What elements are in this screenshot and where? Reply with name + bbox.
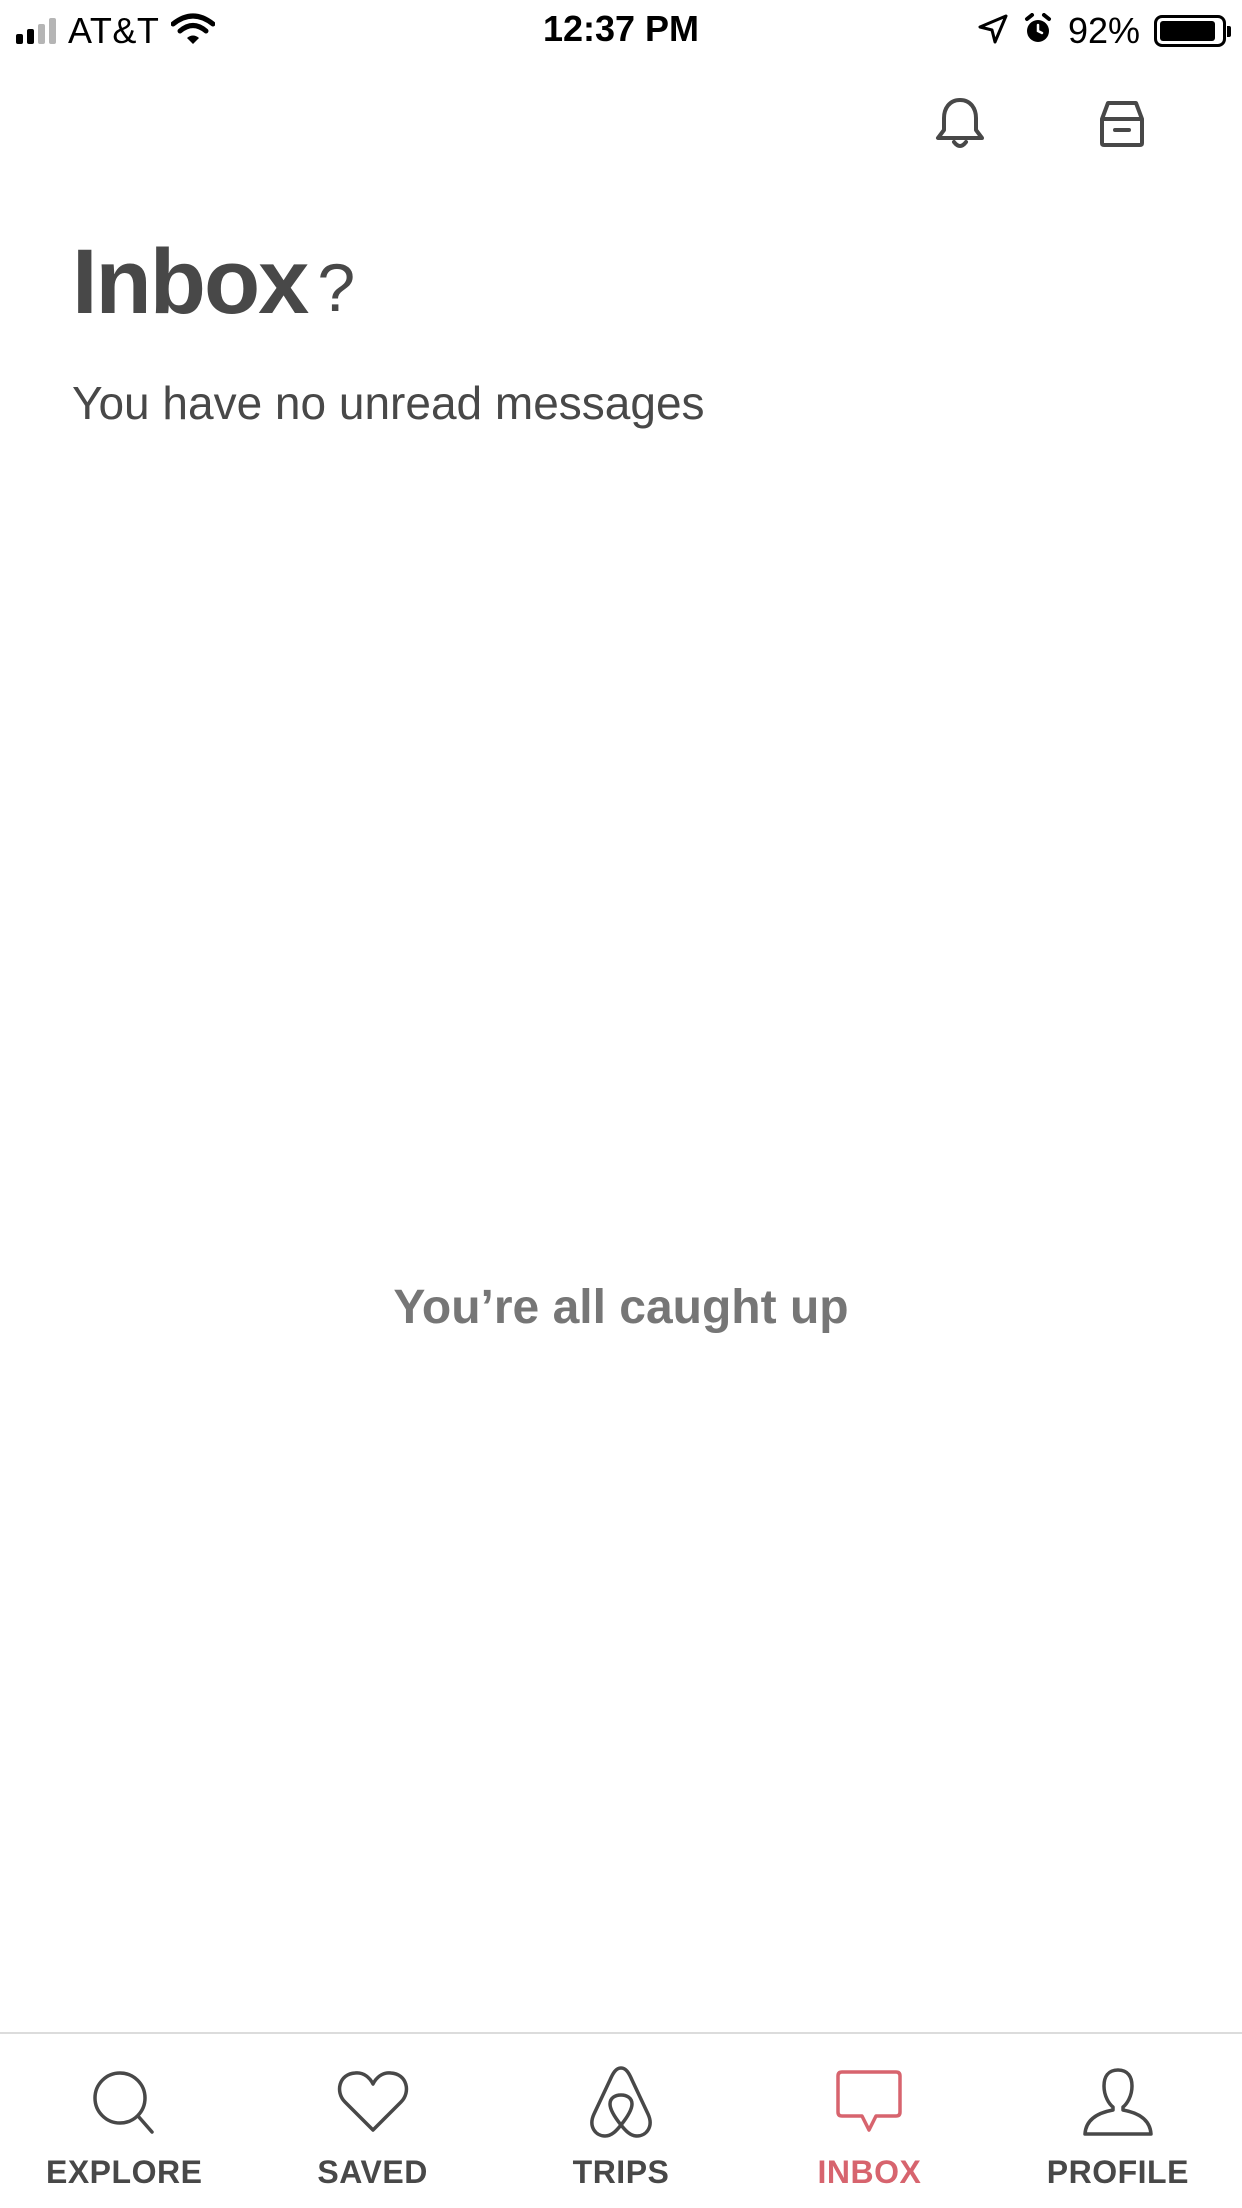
tab-trips[interactable]: TRIPS: [497, 2034, 745, 2208]
unread-status-text: You have no unread messages: [72, 377, 705, 429]
tab-inbox[interactable]: INBOX: [745, 2034, 993, 2208]
bell-icon: [934, 96, 986, 157]
chat-bubble-icon: [829, 2062, 909, 2142]
status-bar: AT&T 12:37 PM 92%: [0, 0, 1242, 62]
notifications-button[interactable]: [928, 94, 992, 158]
battery-icon: [1154, 15, 1231, 47]
inbox-screen: AT&T 12:37 PM 92% Inbox ? You have no un…: [0, 0, 1242, 2208]
alarm-icon: [1022, 12, 1054, 50]
tab-explore[interactable]: EXPLORE: [0, 2034, 248, 2208]
tab-label: TRIPS: [572, 2154, 670, 2190]
tab-label: EXPLORE: [45, 2154, 203, 2190]
help-button[interactable]: ?: [317, 254, 355, 322]
battery-percent: 92%: [1067, 10, 1140, 51]
tab-profile[interactable]: PROFILE: [994, 2034, 1242, 2208]
airbnb-logo-icon: [581, 2062, 661, 2142]
user-icon: [1078, 2062, 1158, 2142]
tab-saved[interactable]: SAVED: [248, 2034, 496, 2208]
status-right: 92%: [978, 10, 1231, 52]
archive-icon: [1096, 99, 1148, 154]
location-arrow-icon: [978, 14, 1008, 49]
bottom-tab-bar: EXPLORE SAVED TRIPS INBOX PROFILE: [0, 2032, 1242, 2208]
empty-state-message: You’re all caught up: [393, 1281, 849, 1334]
heart-icon: [333, 2062, 413, 2142]
archive-button[interactable]: [1090, 94, 1154, 158]
tab-label: SAVED: [317, 2154, 428, 2190]
page-title: Inbox: [72, 231, 309, 333]
tab-label: PROFILE: [1046, 2154, 1189, 2190]
search-icon: [84, 2062, 164, 2142]
title-row: Inbox ?: [72, 236, 355, 328]
tab-label: INBOX: [817, 2154, 922, 2190]
